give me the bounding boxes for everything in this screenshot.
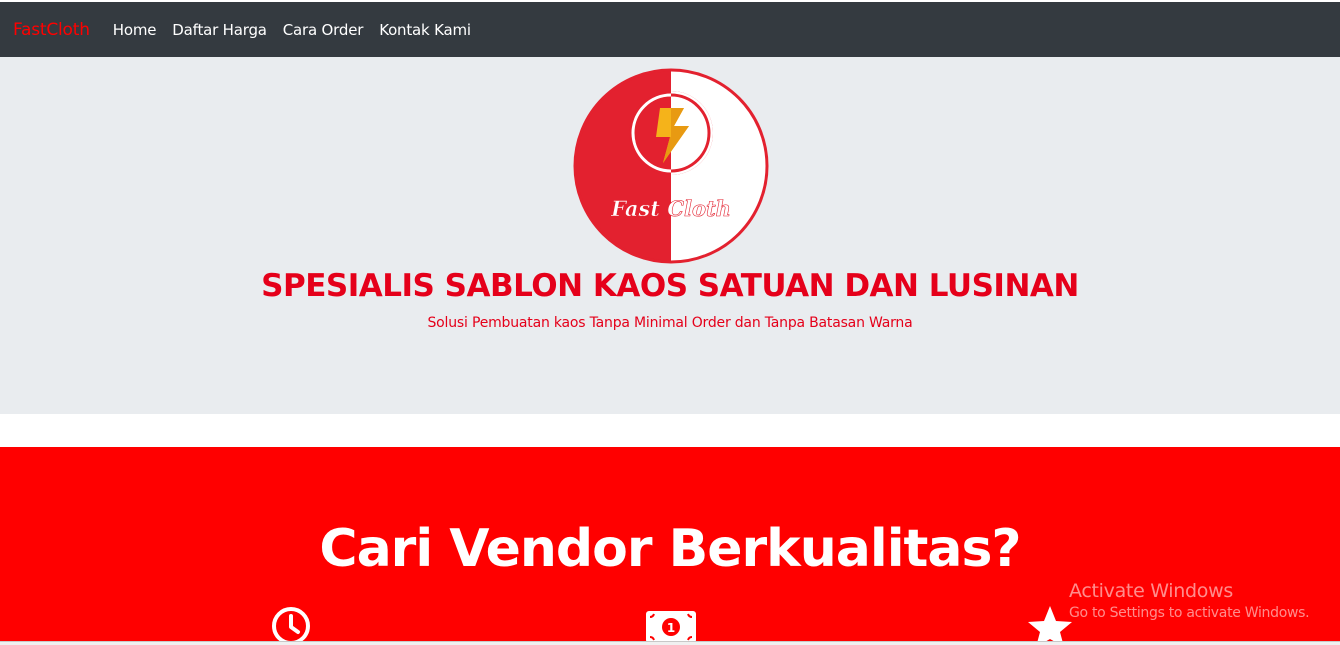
section-title: Cari Vendor Berkualitas?: [319, 519, 1021, 579]
hero-title: SPESIALIS SABLON KAOS SATUAN DAN LUSINAN: [261, 268, 1079, 304]
nav-home[interactable]: Home: [113, 21, 157, 39]
navbar: FastCloth Home Daftar Harga Cara Order K…: [0, 2, 1340, 57]
logo-text: Fast Cloth: [610, 196, 731, 221]
fastcloth-logo: Fast Cloth: [573, 68, 769, 264]
bill-label: 1: [667, 621, 675, 635]
hero-subtitle: Solusi Pembuatan kaos Tanpa Minimal Orde…: [427, 315, 913, 331]
nav-cara-order[interactable]: Cara Order: [283, 21, 364, 39]
window-bottom-edge: [0, 641, 1340, 645]
nav-daftar-harga[interactable]: Daftar Harga: [172, 21, 267, 39]
hero-jumbotron: Fast Cloth SPESIALIS SABLON KAOS SATUAN …: [0, 57, 1340, 414]
nav-kontak-kami[interactable]: Kontak Kami: [379, 21, 471, 39]
activate-windows-watermark: Activate Windows Go to Settings to activ…: [1069, 580, 1310, 621]
brand-link[interactable]: FastCloth: [13, 20, 90, 40]
watermark-title: Activate Windows: [1069, 580, 1233, 602]
money-bill-icon: 1: [646, 611, 696, 643]
watermark-subtitle: Go to Settings to activate Windows.: [1069, 605, 1310, 621]
clock-icon: [272, 607, 310, 645]
star-icon: [1028, 606, 1072, 645]
